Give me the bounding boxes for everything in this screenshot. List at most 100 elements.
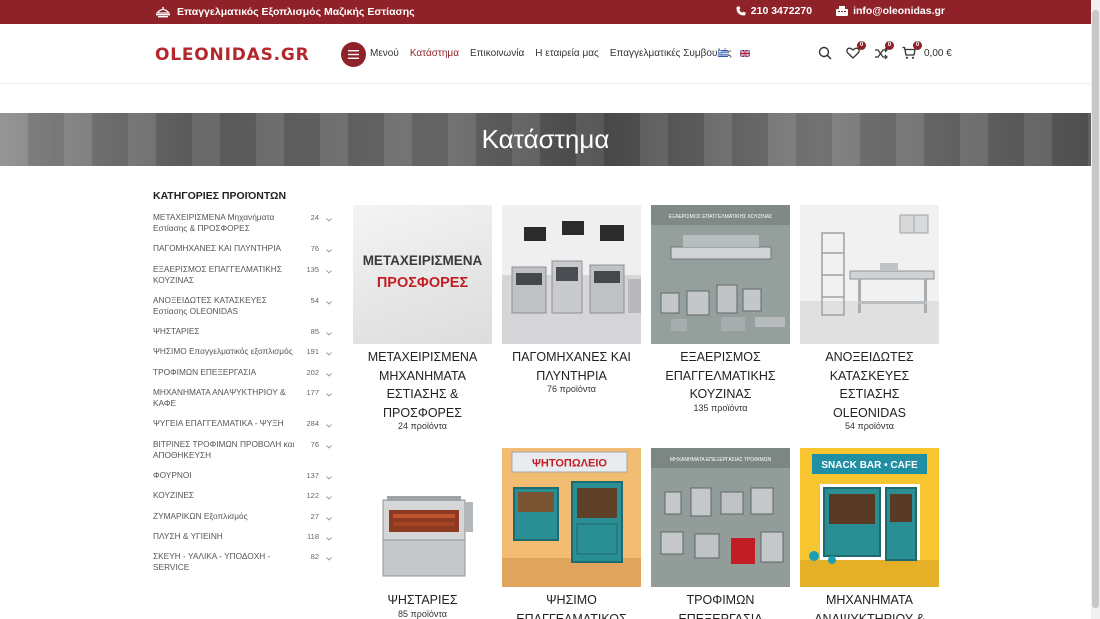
chevron-down-icon[interactable] <box>326 328 332 339</box>
search-icon[interactable] <box>818 46 832 60</box>
category-card-cafe[interactable]: SNACK BAR • CAFE ΜΗΧΑΝΗΜΑΤΑ ΑΝΑΨΥΚΤΗΡΙΟΥ… <box>800 448 939 619</box>
category-card-food-processing[interactable]: ΜΗΧΑΝΗΜΑΤΑ ΕΠΕΞΕΡΓΑΣΙΑΣ ΤΡΟΦΙΜΩΝ ΤΡΟΦΙΜΩ… <box>651 448 790 619</box>
category-label[interactable]: ΠΛΥΣΗ & ΥΓΙΕΙΝΗ <box>153 531 301 542</box>
sidebar-category-item[interactable]: ΚΟΥΖΙΝΕΣ 122 <box>153 490 333 510</box>
category-label[interactable]: ΜΗΧΑΝΗΜΑΤΑ ΑΝΑΨΥΚΤΗΡΙΟΥ & ΚΑΦΕ <box>153 387 301 409</box>
sidebar-category-item[interactable]: ΨΗΣΙΜΟ Επαγγελματικός εξοπλισμός 191 <box>153 346 333 366</box>
category-label[interactable]: ΦΟΥΡΝΟΙ <box>153 470 301 481</box>
chevron-down-icon[interactable] <box>326 553 332 564</box>
nav-shop[interactable]: Κατάστημα <box>410 48 459 59</box>
chevron-down-icon[interactable] <box>326 389 332 400</box>
sidebar-category-item[interactable]: ΑΝΟΞΕΙΔΩΤΕΣ ΚΑΤΑΣΚΕΥΕΣ Εστίασης OLEONIDA… <box>153 295 333 326</box>
email-link[interactable]: info@oleonidas.gr <box>836 5 945 17</box>
uk-flag-icon[interactable] <box>740 50 750 57</box>
category-card-grills[interactable]: ΨΗΣΤΑΡΙΕΣ 85 προϊόντα <box>353 448 492 619</box>
chevron-down-icon[interactable] <box>326 492 332 503</box>
category-image-roasting[interactable]: ΨΗΤΟΠΩΛΕΙΟ <box>502 448 641 587</box>
category-image-cafe[interactable]: SNACK BAR • CAFE <box>800 448 939 587</box>
category-count: 24 προϊόντα <box>398 421 447 431</box>
category-name[interactable]: ΠΑΓΟΜΗΧΑΝΕΣ ΚΑΙ ΠΛΥΝΤΗΡΙΑ <box>502 348 641 385</box>
category-label[interactable]: ΠΑΓΟΜΗΧΑΝΕΣ ΚΑΙ ΠΛΥΝΤΗΡΙΑ <box>153 243 301 254</box>
category-card-ice-machines[interactable]: ΠΑΓΟΜΗΧΑΝΕΣ ΚΑΙ ΠΛΥΝΤΗΡΙΑ 76 προϊόντα <box>502 205 641 394</box>
chevron-down-icon[interactable] <box>326 533 332 544</box>
site-logo[interactable]: OLEONIDAS.GR <box>155 45 310 65</box>
category-count: 85 προϊόντα <box>398 608 447 619</box>
phone-link[interactable]: 210 3472270 <box>736 5 812 17</box>
sidebar-category-item[interactable]: ΜΗΧΑΝΗΜΑΤΑ ΑΝΑΨΥΚΤΗΡΙΟΥ & ΚΑΦΕ 177 <box>153 387 333 418</box>
category-label[interactable]: ΚΟΥΖΙΝΕΣ <box>153 490 301 501</box>
chevron-down-icon[interactable] <box>326 472 332 483</box>
wishlist-icon[interactable]: 0 <box>846 41 866 60</box>
category-count-badge: 85 <box>310 327 319 337</box>
compare-count-badge: 0 <box>885 41 894 50</box>
restaurant-icon <box>155 5 171 19</box>
sidebar-category-item[interactable]: ΦΟΥΡΝΟΙ 137 <box>153 470 333 490</box>
category-image-grills[interactable] <box>353 448 492 587</box>
category-image-used[interactable]: ΜΕΤΑΧΕΙΡΙΣΜΕΝΑ ΠΡΟΣΦΟΡΕΣ <box>353 205 492 344</box>
chevron-down-icon[interactable] <box>326 214 332 225</box>
sidebar-category-item[interactable]: ΤΡΟΦΙΜΩΝ ΕΠΕΞΕΡΓΑΣΙΑ 202 <box>153 367 333 387</box>
category-name[interactable]: ΕΞΑΕΡΙΣΜΟΣ ΕΠΑΓΓΕΛΜΑΤΙΚΗΣ ΚΟΥΖΙΝΑΣ <box>651 348 790 404</box>
nav-menu-label[interactable]: Μενού <box>370 48 399 59</box>
chevron-down-icon[interactable] <box>326 245 332 256</box>
category-label[interactable]: ΨΗΣΙΜΟ Επαγγελματικός εξοπλισμός <box>153 346 301 357</box>
category-name[interactable]: ΜΕΤΑΧΕΙΡΙΣΜΕΝΑ ΜΗΧΑΝΗΜΑΤΑ ΕΣΤΙΑΣΗΣ & ΠΡΟ… <box>353 348 492 422</box>
chevron-down-icon[interactable] <box>326 348 332 359</box>
menu-button[interactable] <box>341 42 366 67</box>
chevron-down-icon[interactable] <box>326 441 332 452</box>
category-label[interactable]: ΣΚΕΥΗ - ΥΑΛΙΚΑ - ΥΠΟΔΟΧΗ - SERVICE <box>153 551 301 573</box>
chevron-down-icon[interactable] <box>326 369 332 380</box>
sidebar-category-item[interactable]: ΣΚΕΥΗ - ΥΑΛΙΚΑ - ΥΠΟΔΟΧΗ - SERVICE 82 <box>153 551 333 582</box>
category-card-stainless[interactable]: ΑΝΟΞΕΙΔΩΤΕΣ ΚΑΤΑΣΚΕΥΕΣ ΕΣΤΙΑΣΗΣ OLEONIDA… <box>800 205 939 431</box>
cart-total[interactable]: 0,00 € <box>924 48 952 59</box>
category-card-ventilation[interactable]: ΕΞΑΕΡΙΣΜΟΣ ΕΠΑΓΓΕΛΜΑΤΙΚΗΣ ΚΟΥΖΙΝΑΣ ΕΞΑΕΡ… <box>651 205 790 413</box>
category-count-badge: 27 <box>310 511 319 521</box>
category-name[interactable]: ΑΝΟΞΕΙΔΩΤΕΣ ΚΑΤΑΣΚΕΥΕΣ ΕΣΤΙΑΣΗΣ OLEONIDA… <box>800 348 939 422</box>
category-card-used[interactable]: ΜΕΤΑΧΕΙΡΙΣΜΕΝΑ ΠΡΟΣΦΟΡΕΣ ΜΕΤΑΧΕΙΡΙΣΜΕΝΑ … <box>353 205 492 431</box>
category-name[interactable]: ΨΗΣΤΑΡΙΕΣ <box>353 591 492 610</box>
category-name[interactable]: ΜΗΧΑΝΗΜΑΤΑ ΑΝΑΨΥΚΤΗΡΙΟΥ & <box>800 591 939 619</box>
category-label[interactable]: ΒΙΤΡΙΝΕΣ ΤΡΟΦΙΜΩΝ ΠΡΟΒΟΛΗ και ΑΠΟΘΗΚΕΥΣΗ <box>153 439 301 461</box>
category-label[interactable]: ΨΗΣΤΑΡΙΕΣ <box>153 326 301 337</box>
sidebar-category-item[interactable]: ΒΙΤΡΙΝΕΣ ΤΡΟΦΙΜΩΝ ΠΡΟΒΟΛΗ και ΑΠΟΘΗΚΕΥΣΗ… <box>153 439 333 470</box>
category-label[interactable]: ΑΝΟΞΕΙΔΩΤΕΣ ΚΑΤΑΣΚΕΥΕΣ Εστίασης OLEONIDA… <box>153 295 301 317</box>
category-image-ventilation[interactable]: ΕΞΑΕΡΙΣΜΟΣ ΕΠΑΓΓΕΛΜΑΤΙΚΗΣ ΚΟΥΖΙΝΑΣ <box>651 205 790 344</box>
category-card-roasting[interactable]: ΨΗΤΟΠΩΛΕΙΟ ΨΗΣΙΜΟ ΕΠΑΓΓΕΛΜΑΤΙΚΟΣ <box>502 448 641 619</box>
category-count-badge: 122 <box>306 491 319 501</box>
category-image-ice-machines[interactable] <box>502 205 641 344</box>
sidebar-category-item[interactable]: ΠΑΓΟΜΗΧΑΝΕΣ ΚΑΙ ΠΛΥΝΤΗΡΙΑ 76 <box>153 243 333 263</box>
sidebar-category-item[interactable]: ΕΞΑΕΡΙΣΜΟΣ ΕΠΑΓΓΕΛΜΑΤΙΚΗΣ ΚΟΥΖΙΝΑΣ 135 <box>153 264 333 295</box>
categories-sidebar: ΚΑΤΗΓΟΡΙΕΣ ΠΡΟΙΌΝΤΩΝ ΜΕΤΑΧΕΙΡΙΣΜΕΝΑ Μηχα… <box>153 190 333 582</box>
language-switcher <box>718 50 750 57</box>
category-count-badge: 82 <box>310 552 319 562</box>
compare-icon[interactable]: 0 <box>874 41 894 60</box>
sidebar-category-item[interactable]: ΜΕΤΑΧΕΙΡΙΣΜΕΝΑ Μηχανήματα Εστίασης & ΠΡΟ… <box>153 212 333 243</box>
nav-advice[interactable]: Επαγγελματικές Συμβουλές <box>610 48 732 59</box>
scrollbar-thumb[interactable] <box>1092 10 1099 608</box>
cart-icon[interactable]: 0 <box>902 41 922 60</box>
chevron-down-icon[interactable] <box>326 266 332 277</box>
category-label[interactable]: ΤΡΟΦΙΜΩΝ ΕΠΕΞΕΡΓΑΣΙΑ <box>153 367 301 378</box>
category-image-stainless[interactable] <box>800 205 939 344</box>
category-label[interactable]: ΖΥΜΑΡΙΚΩΝ Εξοπλισμός <box>153 511 301 522</box>
sidebar-category-item[interactable]: ΖΥΜΑΡΙΚΩΝ Εξοπλισμός 27 <box>153 511 333 531</box>
sidebar-category-item[interactable]: ΨΗΣΤΑΡΙΕΣ 85 <box>153 326 333 346</box>
page-scrollbar[interactable] <box>1091 0 1100 619</box>
chevron-down-icon[interactable] <box>326 420 332 431</box>
tagline: Επαγγελματικός Εξοπλισμός Μαζικής Εστίασ… <box>177 6 415 18</box>
category-label[interactable]: ΕΞΑΕΡΙΣΜΟΣ ΕΠΑΓΓΕΛΜΑΤΙΚΗΣ ΚΟΥΖΙΝΑΣ <box>153 264 301 286</box>
category-image-food-processing[interactable]: ΜΗΧΑΝΗΜΑΤΑ ΕΠΕΞΕΡΓΑΣΙΑΣ ΤΡΟΦΙΜΩΝ <box>651 448 790 587</box>
sidebar-category-item[interactable]: ΨΥΓΕΙΑ ΕΠΑΓΓΕΛΜΑΤΙΚΑ - ΨΥΞΗ 284 <box>153 418 333 438</box>
greek-flag-icon[interactable] <box>718 50 728 57</box>
chevron-down-icon[interactable] <box>326 513 332 524</box>
category-name[interactable]: ΨΗΣΙΜΟ ΕΠΑΓΓΕΛΜΑΤΙΚΟΣ <box>502 591 641 619</box>
category-label[interactable]: ΜΕΤΑΧΕΙΡΙΣΜΕΝΑ Μηχανήματα Εστίασης & ΠΡΟ… <box>153 212 301 234</box>
chevron-down-icon[interactable] <box>326 297 332 308</box>
nav-company[interactable]: Η εταιρεία μας <box>535 48 599 59</box>
nav-contact[interactable]: Επικοινωνία <box>470 48 524 59</box>
category-name[interactable]: ΤΡΟΦΙΜΩΝ ΕΠΕΞΕΡΓΑΣΙΑ <box>651 591 790 619</box>
sidebar-category-item[interactable]: ΠΛΥΣΗ & ΥΓΙΕΙΝΗ 118 <box>153 531 333 551</box>
category-label[interactable]: ΨΥΓΕΙΑ ΕΠΑΓΓΕΛΜΑΤΙΚΑ - ΨΥΞΗ <box>153 418 301 429</box>
category-count-badge: 76 <box>310 439 319 449</box>
page: Επαγγελματικός Εξοπλισμός Μαζικής Εστίασ… <box>0 0 1100 619</box>
